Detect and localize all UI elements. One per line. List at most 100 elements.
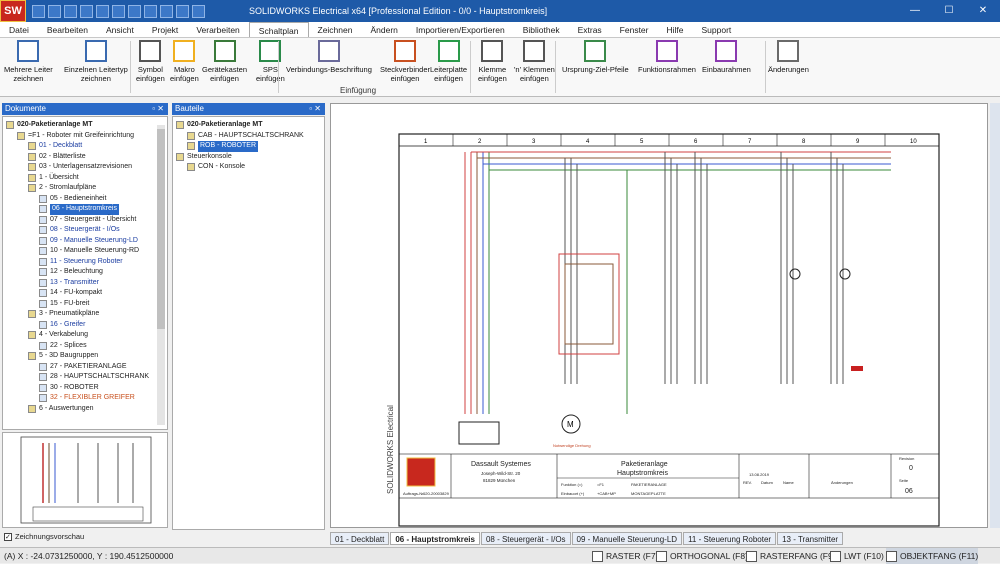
tree-item[interactable]: 1 - Übersicht [6, 173, 167, 184]
document-tab[interactable]: 08 - Steuergerät - I/Os [480, 532, 571, 545]
menu-item-3[interactable]: Projekt [143, 22, 187, 37]
menu-item-1[interactable]: Bearbeiten [38, 22, 97, 37]
document-tab[interactable]: 09 - Manuelle Steuerung-LD [571, 532, 683, 545]
tree-item[interactable]: 30 - ROBOTER [6, 383, 167, 394]
tree-item[interactable]: 28 - HAUPTSCHALTSCHRANK [6, 372, 167, 383]
drawing-canvas[interactable]: 1 2 3 4 5 6 7 8 9 10 SOLIDWORKS Electrical [330, 103, 988, 528]
ribbon-button-6[interactable]: Verbindungs-Beschriftung [286, 40, 372, 74]
undo-icon[interactable] [80, 4, 93, 18]
tree-item[interactable]: =F1 - Roboter mit Greifeinrichtung [6, 131, 167, 142]
documents-scrollbar[interactable] [157, 125, 165, 425]
new-icon[interactable] [32, 4, 45, 18]
ribbon-button-1[interactable]: Einzelnen Leitertyp zeichnen [64, 40, 128, 83]
ribbon-button-0[interactable]: Mehrere Leiter zeichnen [4, 40, 53, 83]
tree-item[interactable]: CAB - HAUPTSCHALTSCHRANK [176, 131, 324, 142]
document-tab[interactable]: 13 - Transmitter [777, 532, 844, 545]
tree-item[interactable]: 020-Paketieranlage MT [176, 120, 324, 131]
tree-item[interactable]: 15 - FU-breit [6, 299, 167, 310]
tree-item[interactable]: 020-Paketieranlage MT [6, 120, 167, 131]
save-icon[interactable] [64, 4, 77, 18]
ribbon-button-4[interactable]: Gerätekasten einfügen [202, 40, 247, 83]
tree-item[interactable]: 11 - Steuerung Roboter [6, 257, 167, 268]
right-side-panel[interactable] [990, 103, 1000, 528]
menu-item-9[interactable]: Bibliothek [514, 22, 569, 37]
tree-item[interactable]: 05 - Bedieneinheit [6, 194, 167, 205]
tree-item[interactable]: 27 - PAKETIERANLAGE [6, 362, 167, 373]
ribbon-button-3[interactable]: Makro einfügen [170, 40, 199, 83]
tree-item[interactable]: 08 - Steuergerät - I/Os [6, 225, 167, 236]
tree-item[interactable]: 14 - FU-kompakt [6, 288, 167, 299]
tree-item[interactable]: 16 - Greifer [6, 320, 167, 331]
terminal-marker[interactable] [851, 366, 863, 371]
tree-item[interactable]: 09 - Manuelle Steuerung-LD [6, 236, 167, 247]
panel-pin-close-icon[interactable]: ▫ ✕ [152, 103, 164, 115]
menu-item-0[interactable]: Datei [0, 22, 38, 37]
tree-item[interactable]: 6 - Auswertungen [6, 404, 167, 415]
document-tab[interactable]: 06 - Hauptstromkreis [390, 532, 480, 545]
preview-checkbox[interactable]: ✓ [4, 532, 12, 541]
ribbon-button-7[interactable]: Steckverbinder einfügen [380, 40, 430, 83]
ribbon-button-8[interactable]: Leiterplatte einfügen [430, 40, 467, 83]
copy-icon[interactable] [128, 4, 141, 18]
minimize-button[interactable]: — [898, 0, 932, 22]
panel-pin-close-icon[interactable]: ▫ ✕ [309, 103, 321, 115]
ribbon-button-10[interactable]: 'n' Klemmen einfügen [514, 40, 555, 83]
menu-item-10[interactable]: Extras [569, 22, 611, 37]
pan-icon[interactable] [176, 4, 189, 18]
open-icon[interactable] [48, 4, 61, 18]
menu-item-5[interactable]: Schaltplan [248, 22, 309, 37]
tree-item[interactable]: 3 - Pneumatikpläne [6, 309, 167, 320]
menu-item-2[interactable]: Ansicht [97, 22, 143, 37]
ribbon-button-11[interactable]: Ursprung-Ziel-Pfeile [562, 40, 629, 74]
tree-item[interactable]: Steuerkonsole [176, 152, 324, 163]
menu-item-12[interactable]: Hilfe [658, 22, 693, 37]
tree-item[interactable]: 13 - Transmitter [6, 278, 167, 289]
zoom-icon[interactable] [160, 4, 173, 18]
lwt-toggle[interactable]: LWT (F10) [830, 548, 884, 564]
menu-item-7[interactable]: Ändern [361, 22, 406, 37]
document-tab[interactable]: 01 - Deckblatt [330, 532, 390, 545]
ribbon-button-13[interactable]: Einbaurahmen [702, 40, 751, 74]
objektfang-toggle[interactable]: OBJEKTFANG (F11) [886, 548, 979, 564]
tree-item[interactable]: 4 - Verkabelung [6, 330, 167, 341]
app-logo[interactable]: SW [0, 0, 26, 22]
ribbon-icon-4 [213, 40, 236, 62]
maximize-button[interactable]: ☐ [932, 0, 966, 22]
tree-item[interactable]: 10 - Manuelle Steuerung-RD [6, 246, 167, 257]
redo-icon[interactable] [96, 4, 109, 18]
menu-item-6[interactable]: Zeichnen [309, 22, 362, 37]
cursor-icon[interactable] [192, 4, 205, 18]
raster-toggle[interactable]: RASTER (F7) [592, 548, 658, 564]
tree-item[interactable]: 22 - Splices [6, 341, 167, 352]
ribbon-button-12[interactable]: Funktionsrahmen [638, 40, 696, 74]
menu-item-8[interactable]: Importieren/Exportieren [407, 22, 514, 37]
paste-icon[interactable] [144, 4, 157, 18]
tree-item[interactable]: 06 - Hauptstromkreis [6, 204, 167, 215]
ortho-toggle[interactable]: ORTHOGONAL (F8) [656, 548, 748, 564]
cut-icon[interactable] [112, 4, 125, 18]
tree-item[interactable]: 5 - 3D Baugruppen [6, 351, 167, 362]
tree-item[interactable]: 2 - Stromlaufpläne [6, 183, 167, 194]
tree-item[interactable]: 01 - Deckblatt [6, 141, 167, 152]
menu-item-11[interactable]: Fenster [611, 22, 658, 37]
schematic-drawing[interactable]: 1 2 3 4 5 6 7 8 9 10 SOLIDWORKS Electrical [331, 104, 989, 529]
power-supply-block[interactable] [458, 421, 500, 445]
tree-item[interactable]: 03 - Unterlagensatzrevisionen [6, 162, 167, 173]
rasterfang-toggle[interactable]: RASTERFANG (F9) [746, 548, 836, 564]
drawing-preview[interactable] [2, 432, 168, 528]
tree-item[interactable]: 02 - Blätterliste [6, 152, 167, 163]
ribbon-button-5[interactable]: SPS einfügen [256, 40, 285, 83]
menu-item-13[interactable]: Support [693, 22, 741, 37]
tree-item-label: 32 - FLEXIBLER GREIFER [50, 394, 135, 401]
ribbon-button-2[interactable]: Symbol einfügen [136, 40, 165, 83]
close-button[interactable]: ✕ [966, 0, 1000, 22]
ribbon-button-9[interactable]: Klemme einfügen [478, 40, 507, 83]
tree-item[interactable]: 12 - Beleuchtung [6, 267, 167, 278]
tree-item[interactable]: 32 - FLEXIBLER GREIFER [6, 393, 167, 404]
menu-item-4[interactable]: Verarbeiten [187, 22, 248, 37]
ribbon-button-14[interactable]: Änderungen [768, 40, 809, 74]
tree-item[interactable]: CON - Konsole [176, 162, 324, 173]
document-tab[interactable]: 11 - Steuerung Roboter [683, 532, 777, 545]
tree-item[interactable]: 07 - Steuergerät - Übersicht [6, 215, 167, 226]
tree-item[interactable]: ROB - ROBOTER [176, 141, 324, 152]
